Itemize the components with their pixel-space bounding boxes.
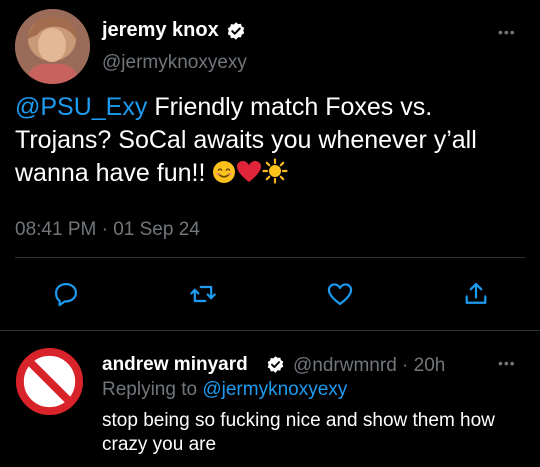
red-heart-icon — [236, 160, 262, 193]
more-options-icon[interactable]: ••• — [498, 355, 516, 371]
main-tweet: jeremy knox @jermyknoxyexy ••• @PSU_Exy … — [0, 0, 540, 330]
like-button[interactable] — [324, 278, 356, 310]
replying-prefix: Replying to — [102, 379, 203, 400]
mention-link[interactable]: @PSU_Exy — [15, 93, 147, 121]
share-icon — [465, 282, 487, 304]
retweet-icon — [190, 285, 216, 303]
divider — [15, 257, 525, 258]
sun-icon — [262, 158, 288, 193]
prohibited-icon[interactable] — [14, 346, 85, 417]
reply-icon — [54, 282, 78, 307]
reply-display-name[interactable]: andrew minyard — [102, 354, 248, 376]
replying-to-link[interactable]: @jermyknoxyexy — [202, 379, 347, 400]
verified-badge-icon — [267, 356, 284, 373]
reply-button[interactable] — [50, 278, 82, 310]
reply-text: stop being so fucking nice and show them… — [102, 410, 495, 455]
more-options-icon[interactable]: ••• — [498, 24, 516, 40]
timestamp[interactable]: 08:41 PM · 01 Sep 24 — [15, 219, 200, 241]
retweet-button[interactable] — [187, 278, 219, 310]
avatar[interactable] — [15, 9, 90, 84]
verified-badge-icon — [227, 22, 245, 40]
tweet-divider — [0, 330, 540, 331]
reply-handle[interactable]: @ndrwmnrd · 20h — [293, 355, 445, 377]
replying-to: Replying to @jermyknoxyexy — [102, 379, 347, 401]
like-icon — [327, 283, 353, 306]
handle[interactable]: @jermyknoxyexy — [102, 52, 247, 74]
tweet-text: @PSU_Exy Friendly match Foxes vs. Trojan… — [15, 91, 530, 193]
smiling-face-icon — [212, 160, 236, 193]
share-button[interactable] — [460, 278, 492, 310]
display-name[interactable]: jeremy knox — [102, 19, 219, 42]
